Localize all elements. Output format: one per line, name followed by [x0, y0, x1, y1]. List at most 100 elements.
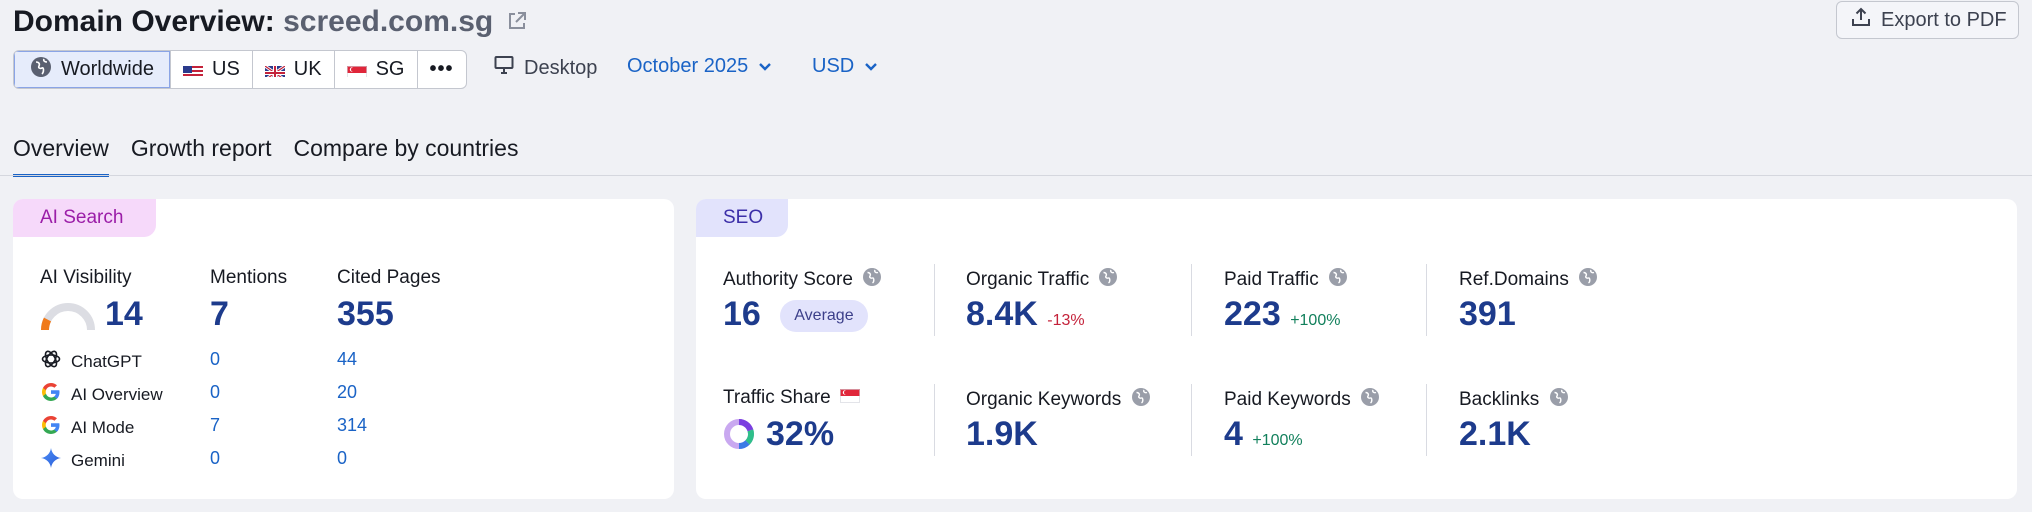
- us-flag-icon: [183, 63, 203, 77]
- chatgpt-icon: [40, 348, 62, 375]
- ref-domains-label: Ref.Domains: [1459, 267, 1598, 293]
- globe-icon: [1328, 267, 1348, 293]
- device-selector[interactable]: Desktop: [494, 55, 597, 81]
- title-prefix: Domain Overview:: [13, 5, 275, 38]
- more-dots-icon: •••: [429, 58, 454, 80]
- globe-icon: [1098, 267, 1118, 293]
- chevron-down-icon: [758, 55, 772, 78]
- ai-visibility-label: AI Visibility: [40, 267, 132, 288]
- backlinks-label: Backlinks: [1459, 387, 1569, 413]
- external-link-icon[interactable]: [506, 4, 528, 42]
- country-label: US: [212, 58, 240, 80]
- source-mentions[interactable]: 7: [210, 415, 220, 436]
- source-cited[interactable]: 20: [337, 382, 357, 403]
- divider: [1191, 264, 1192, 336]
- paid-keywords-label: Paid Keywords: [1224, 387, 1380, 413]
- google-icon: [40, 381, 62, 408]
- source-gemini: Gemini: [40, 447, 125, 474]
- paid-traffic-value: 223 +100%: [1224, 295, 1340, 334]
- globe-icon: [1360, 387, 1380, 413]
- paid-traffic-label-text: Paid Traffic: [1224, 269, 1319, 291]
- divider: [1426, 264, 1427, 336]
- tab-bar: Overview Growth report Compare by countr…: [13, 135, 518, 177]
- uk-flag-icon: [264, 63, 285, 77]
- source-ai-mode: AI Mode: [40, 414, 134, 441]
- ref-domains-label-text: Ref.Domains: [1459, 269, 1569, 291]
- paid-keywords-value: 4 +100%: [1224, 415, 1303, 454]
- authority-score-number[interactable]: 16: [723, 295, 761, 333]
- source-cited[interactable]: 44: [337, 349, 357, 370]
- divider: [934, 264, 935, 336]
- upload-icon: [1851, 7, 1871, 33]
- country-sg[interactable]: SG: [335, 51, 418, 88]
- mentions-label: Mentions: [210, 267, 288, 288]
- organic-traffic-delta: -13%: [1047, 312, 1085, 329]
- desktop-icon: [494, 55, 514, 81]
- gemini-icon: [40, 447, 62, 474]
- sg-flag-icon: [840, 387, 860, 409]
- source-cited[interactable]: 314: [337, 415, 367, 436]
- organic-keywords-label: Organic Keywords: [966, 387, 1151, 413]
- backlinks-value[interactable]: 2.1K: [1459, 415, 1531, 454]
- paid-keywords-label-text: Paid Keywords: [1224, 389, 1351, 411]
- page-title: Domain Overview: screed.com.sg: [13, 3, 528, 42]
- tab-growth-report[interactable]: Growth report: [131, 135, 272, 177]
- paid-keywords-delta: +100%: [1252, 432, 1303, 449]
- source-mentions[interactable]: 0: [210, 349, 220, 370]
- currency-label: USD: [812, 55, 855, 77]
- export-pdf-button[interactable]: Export to PDF: [1836, 1, 2019, 39]
- country-uk[interactable]: UK: [253, 51, 335, 88]
- organic-traffic-value: 8.4K -13%: [966, 295, 1085, 334]
- organic-traffic-number[interactable]: 8.4K: [966, 295, 1038, 333]
- traffic-share-donut-icon: [723, 418, 755, 455]
- paid-traffic-number[interactable]: 223: [1224, 295, 1281, 333]
- country-label: UK: [293, 58, 322, 80]
- globe-icon: [1578, 267, 1598, 293]
- authority-badge: Average: [780, 300, 868, 333]
- cited-pages-value[interactable]: 355: [337, 295, 394, 334]
- divider: [1426, 384, 1427, 456]
- ai-visibility-gauge-icon: [40, 302, 96, 337]
- tab-overview[interactable]: Overview: [13, 135, 109, 177]
- organic-traffic-label: Organic Traffic: [966, 267, 1118, 293]
- organic-keywords-value[interactable]: 1.9K: [966, 415, 1038, 454]
- country-label: SG: [375, 58, 405, 80]
- more-countries-button[interactable]: •••: [418, 51, 466, 88]
- source-name: ChatGPT: [71, 351, 142, 371]
- organic-traffic-label-text: Organic Traffic: [966, 269, 1090, 291]
- country-us[interactable]: US: [171, 51, 253, 88]
- source-name: Gemini: [71, 450, 125, 470]
- globe-icon: [30, 56, 52, 84]
- authority-score-label: Authority Score: [723, 267, 882, 293]
- source-cited[interactable]: 0: [337, 448, 347, 469]
- source-mentions[interactable]: 0: [210, 382, 220, 403]
- paid-traffic-delta: +100%: [1290, 312, 1341, 329]
- globe-icon: [1549, 387, 1569, 413]
- paid-keywords-number[interactable]: 4: [1224, 415, 1243, 453]
- chevron-down-icon: [864, 55, 878, 78]
- traffic-share-value[interactable]: 32%: [766, 415, 834, 454]
- paid-traffic-label: Paid Traffic: [1224, 267, 1348, 293]
- country-worldwide[interactable]: Worldwide: [14, 51, 171, 88]
- seo-tag: SEO: [696, 199, 788, 237]
- export-pdf-label: Export to PDF: [1881, 8, 2007, 31]
- divider: [934, 384, 935, 456]
- date-selector[interactable]: October 2025: [627, 55, 772, 78]
- ai-search-tag: AI Search: [13, 199, 156, 237]
- sg-flag-icon: [346, 63, 367, 77]
- authority-score-label-text: Authority Score: [723, 269, 853, 291]
- device-label: Desktop: [524, 56, 598, 79]
- ai-visibility-value[interactable]: 14: [105, 295, 143, 334]
- authority-score-value: 16 Average: [723, 295, 868, 334]
- country-label: Worldwide: [61, 58, 154, 80]
- currency-selector[interactable]: USD: [812, 55, 878, 78]
- ref-domains-value[interactable]: 391: [1459, 295, 1516, 334]
- organic-keywords-label-text: Organic Keywords: [966, 389, 1122, 411]
- tab-compare-by-countries[interactable]: Compare by countries: [293, 135, 518, 177]
- seo-card: SEO Authority Score 16 Average Organic T…: [696, 199, 2017, 499]
- cited-pages-label: Cited Pages: [337, 267, 441, 288]
- google-icon: [40, 414, 62, 441]
- source-mentions[interactable]: 0: [210, 448, 220, 469]
- mentions-value[interactable]: 7: [210, 295, 229, 334]
- source-ai-overview: AI Overview: [40, 381, 163, 408]
